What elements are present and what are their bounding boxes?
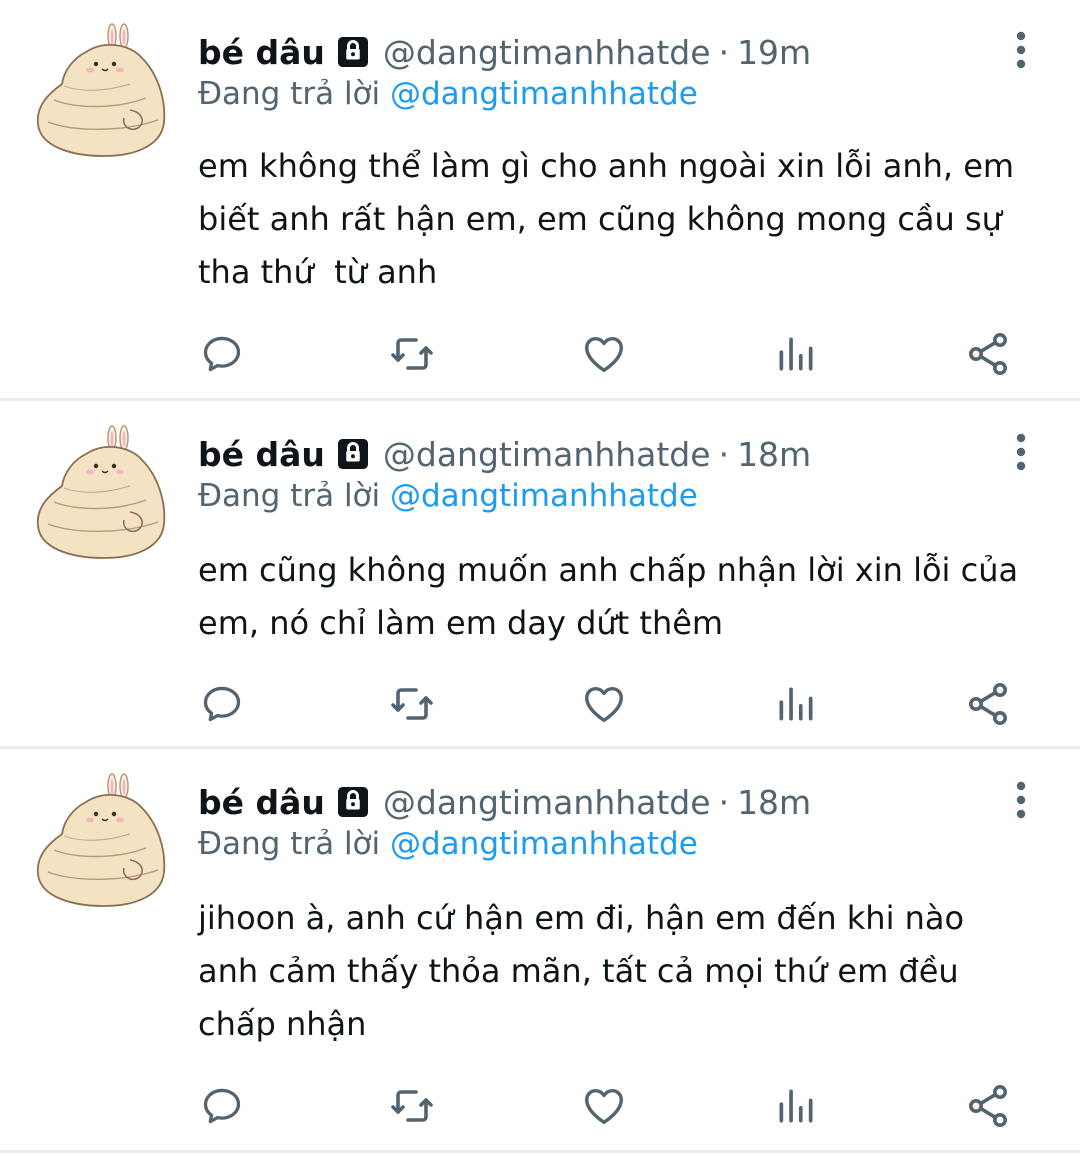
views-icon[interactable] [772,1082,820,1130]
divider [0,746,1080,749]
display-name[interactable]: bé dâu [198,435,325,474]
reply-prefix: Đang trả lời [198,76,381,112]
tweet-header: bé dâu @dangtimanhhatde · 18m [198,780,811,824]
reply-icon[interactable] [198,330,246,378]
lock-icon [335,34,371,70]
share-icon[interactable] [964,680,1012,728]
separator: · [718,782,730,822]
like-icon[interactable] [580,680,628,728]
timestamp[interactable]: 18m [737,435,811,474]
user-handle[interactable]: @dangtimanhhatde [383,783,711,822]
retweet-icon[interactable] [388,680,436,728]
tweet-header: bé dâu @dangtimanhhatde · 18m [198,432,811,476]
tweet-text: em không thể làm gì cho anh ngoài xin lỗ… [198,147,1015,291]
separator: · [718,434,730,474]
views-icon[interactable] [772,680,820,728]
more-options-icon[interactable] [1006,780,1036,820]
divider [0,1150,1080,1153]
reply-mention-link[interactable]: @dangtimanhhatde [390,478,698,514]
like-icon[interactable] [580,1082,628,1130]
avatar[interactable] [34,424,170,560]
reply-mention-link[interactable]: @dangtimanhhatde [390,826,698,862]
user-handle[interactable]: @dangtimanhhatde [383,33,711,72]
reply-prefix: Đang trả lời [198,826,381,862]
retweet-icon[interactable] [388,330,436,378]
timestamp[interactable]: 18m [737,783,811,822]
more-options-icon[interactable] [1006,432,1036,472]
reply-icon[interactable] [198,1082,246,1130]
tweet-text: em cũng không muốn anh chấp nhận lời xin… [198,551,1019,642]
share-icon[interactable] [964,1082,1012,1130]
tweet-text: jihoon à, anh cứ hận em đi, hận em đến k… [198,899,965,1043]
tweet[interactable]: bé dâu @dangtimanhhatde · 19m Đang trả l… [0,0,1080,398]
user-handle[interactable]: @dangtimanhhatde [383,435,711,474]
lock-icon [335,436,371,472]
like-icon[interactable] [580,330,628,378]
reply-icon[interactable] [198,680,246,728]
avatar[interactable] [34,22,170,158]
replying-to: Đang trả lời @dangtimanhhatde [198,76,698,112]
divider [0,398,1080,401]
more-options-icon[interactable] [1006,30,1036,70]
tweet[interactable]: bé dâu @dangtimanhhatde · 18m Đang trả l… [0,402,1080,746]
tweet-header: bé dâu @dangtimanhhatde · 19m [198,30,811,74]
display-name[interactable]: bé dâu [198,783,325,822]
share-icon[interactable] [964,330,1012,378]
reply-prefix: Đang trả lời [198,478,381,514]
display-name[interactable]: bé dâu [198,33,325,72]
lock-icon [335,784,371,820]
reply-mention-link[interactable]: @dangtimanhhatde [390,76,698,112]
avatar[interactable] [34,772,170,908]
timestamp[interactable]: 19m [737,33,811,72]
retweet-icon[interactable] [388,1082,436,1130]
replying-to: Đang trả lời @dangtimanhhatde [198,826,698,862]
tweet[interactable]: bé dâu @dangtimanhhatde · 18m Đang trả l… [0,750,1080,1158]
replying-to: Đang trả lời @dangtimanhhatde [198,478,698,514]
views-icon[interactable] [772,330,820,378]
separator: · [718,32,730,72]
